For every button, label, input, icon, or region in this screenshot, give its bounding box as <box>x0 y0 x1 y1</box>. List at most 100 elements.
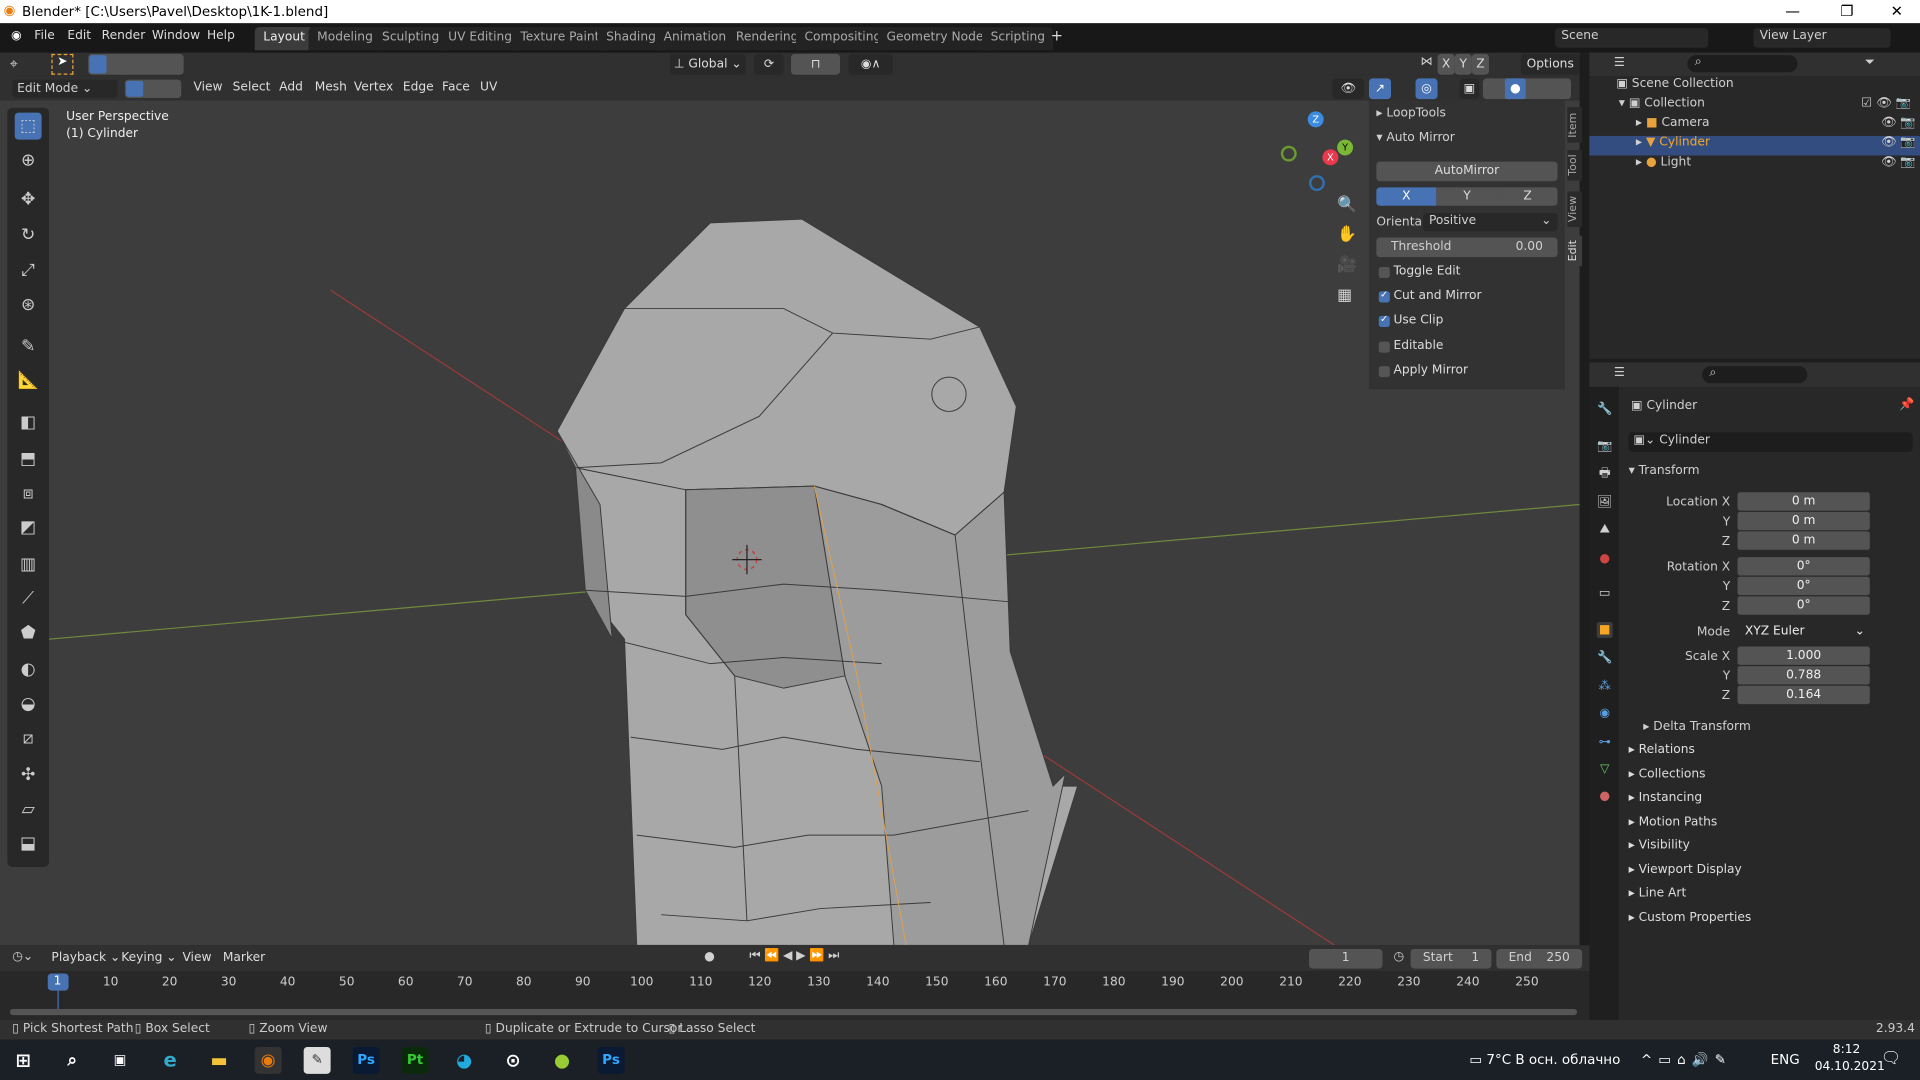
scale-z-field[interactable]: 0.164 <box>1737 685 1870 705</box>
minimize-icon[interactable]: — <box>1785 2 1800 19</box>
view-layer-tab-icon[interactable]: 🖼 <box>1597 495 1613 511</box>
axis-x-button[interactable]: X <box>1376 187 1437 206</box>
world-tab-icon[interactable]: ● <box>1597 551 1613 567</box>
editor-type-icon[interactable]: ☰ <box>1614 56 1625 69</box>
outliner-collection[interactable]: ▾ ▣ Collection ☑ 👁 📷 <box>1589 97 1920 117</box>
tab-layout[interactable]: Layout <box>254 26 314 51</box>
end-frame-field[interactable]: End 250 <box>1496 948 1583 969</box>
tab-edit[interactable]: Edit <box>1567 235 1583 267</box>
tab-texture-paint[interactable]: Texture Paint <box>511 26 608 51</box>
app-icon[interactable]: ✎ <box>303 1046 331 1074</box>
tool-tab-icon[interactable]: 🔧 <box>1597 402 1613 418</box>
app-globe-icon[interactable]: ◕ <box>451 1047 478 1074</box>
particles-tab-icon[interactable]: ⁂ <box>1597 678 1613 694</box>
outliner-search[interactable]: ⌕ <box>1687 55 1798 73</box>
substance-painter-icon[interactable]: Pt <box>401 1046 429 1074</box>
scale-y-field[interactable]: 0.788 <box>1737 666 1870 685</box>
transform-tool-icon[interactable]: ⊛ <box>15 291 42 318</box>
edge-slide-tool-icon[interactable]: ⧄ <box>15 725 42 752</box>
timeline-scrollbar[interactable] <box>9 1008 1578 1016</box>
annotate-tool-icon[interactable]: ✎ <box>15 333 42 360</box>
line-art-panel[interactable]: ▸ Line Art <box>1629 887 1687 900</box>
select-mode-toggle[interactable] <box>124 79 182 98</box>
scale-tool-icon[interactable]: ⤢ <box>15 257 42 284</box>
select-box-tool-icon[interactable]: ⬚ <box>14 112 42 140</box>
measure-tool-icon[interactable]: 📐 <box>15 367 42 394</box>
collections-panel[interactable]: ▸ Collections <box>1629 768 1706 781</box>
menu-view[interactable]: View <box>193 81 222 94</box>
tab-tool[interactable]: Tool <box>1567 149 1583 181</box>
rotation-x-field[interactable]: 0° <box>1737 557 1870 576</box>
mirror-y[interactable]: Y <box>1454 53 1472 75</box>
axis-z-button[interactable]: Z <box>1497 187 1558 206</box>
photoshop-icon[interactable]: Ps <box>352 1046 380 1074</box>
rotate-tool-icon[interactable]: ↻ <box>15 222 42 249</box>
proportional-editing[interactable]: ◉∧ <box>848 53 893 75</box>
playback-controls[interactable]: ⏮⏪◀▶⏩⏭ <box>749 949 842 962</box>
editor-type-icon[interactable]: ☰ <box>1614 366 1625 379</box>
tab-geometry-nodes[interactable]: Geometry Nodes <box>877 26 999 51</box>
language-indicator[interactable]: ENG <box>1771 1052 1800 1068</box>
tab-sculpting[interactable]: Sculpting <box>373 26 448 51</box>
mirror-z[interactable]: Z <box>1471 53 1489 75</box>
navigation-gizmo[interactable]: Z Y X <box>1273 107 1359 193</box>
file-explorer-icon[interactable]: ▬ <box>206 1047 233 1074</box>
menu-add[interactable]: Add <box>279 81 303 94</box>
material-tab-icon[interactable]: ● <box>1597 789 1613 805</box>
scene-selector[interactable]: Scene <box>1555 28 1709 48</box>
outliner-item-light[interactable]: ▸ ● Light 👁 📷 <box>1589 156 1920 176</box>
visibility-panel[interactable]: ▸ Visibility <box>1629 839 1690 852</box>
menu-uv[interactable]: UV <box>480 81 497 94</box>
location-x-field[interactable]: 0 m <box>1737 492 1870 511</box>
use-clip-checkbox[interactable] <box>1378 313 1390 327</box>
location-z-field[interactable]: 0 m <box>1737 531 1870 550</box>
menu-face[interactable]: Face <box>442 81 470 94</box>
knife-tool-icon[interactable]: ⟋ <box>15 585 42 612</box>
blender-menu-icon[interactable]: ◉ <box>11 29 22 42</box>
extrude-tool-icon[interactable]: ⬒ <box>15 446 42 473</box>
output-tab-icon[interactable]: 🖶 <box>1597 465 1613 481</box>
add-cube-tool-icon[interactable]: ◧ <box>15 409 42 436</box>
collection-tab-icon[interactable]: ▭ <box>1597 585 1613 601</box>
search-icon[interactable]: ⌕ <box>59 1047 86 1074</box>
record-icon[interactable]: ● <box>704 950 715 963</box>
viewport-display-panel[interactable]: ▸ Viewport Display <box>1629 863 1742 876</box>
automirror-panel-header[interactable]: ▾ Auto Mirror <box>1376 131 1454 144</box>
poly-build-tool-icon[interactable]: ⬟ <box>15 620 42 647</box>
custom-properties-panel[interactable]: ▸ Custom Properties <box>1629 911 1752 924</box>
automirror-button[interactable]: AutoMirror <box>1376 161 1558 182</box>
tab-view[interactable]: View <box>1567 191 1583 227</box>
app-ball-icon[interactable]: ● <box>549 1047 576 1074</box>
menu-file[interactable]: File <box>34 29 54 42</box>
close-icon[interactable]: ✕ <box>1891 2 1903 19</box>
select-tool-icon[interactable]: ➤ <box>51 53 74 75</box>
orientation-dropdown[interactable]: ⊥ Global ⌄ <box>669 53 746 75</box>
properties-search[interactable]: ⌕ <box>1702 366 1808 384</box>
tab-animation[interactable]: Animation <box>655 26 735 51</box>
physics-tab-icon[interactable]: ◉ <box>1597 705 1613 721</box>
pin-icon[interactable]: 📌 <box>1899 398 1914 411</box>
spin-tool-icon[interactable]: ◐ <box>15 656 42 683</box>
photoshop-icon-2[interactable]: Ps <box>597 1046 625 1074</box>
gizmo-z[interactable]: Z <box>1307 111 1324 128</box>
smooth-tool-icon[interactable]: ◒ <box>15 691 42 718</box>
menu-edge[interactable]: Edge <box>403 81 434 94</box>
menu-keying[interactable]: Keying ⌄ <box>121 951 176 964</box>
app-search-icon[interactable]: ⊙ <box>500 1047 527 1074</box>
move-tool-icon[interactable]: ✥ <box>15 186 42 213</box>
mirror-x[interactable]: X <box>1437 53 1455 75</box>
cursor-tool-icon[interactable]: ⊕ <box>15 147 42 174</box>
add-workspace-icon[interactable]: + <box>1051 27 1063 44</box>
inset-tool-icon[interactable]: ⧈ <box>15 480 42 507</box>
shrink-fatten-tool-icon[interactable]: ✣ <box>15 762 42 789</box>
task-view-icon[interactable]: ▣ <box>107 1047 134 1074</box>
windows-start-icon[interactable]: ⊞ <box>10 1047 37 1074</box>
current-frame-field[interactable]: 1 <box>1308 948 1383 969</box>
location-y-field[interactable]: 0 m <box>1737 511 1870 531</box>
pivot-dropdown[interactable]: ⟳ <box>754 53 784 75</box>
menu-edit[interactable]: Edit <box>67 29 91 42</box>
rotation-mode-dropdown[interactable]: XYZ Euler ⌄ <box>1737 622 1870 641</box>
cut-and-mirror-checkbox[interactable] <box>1378 289 1390 303</box>
outliner-item-cylinder[interactable]: ▸ ▼ Cylinder 👁 📷 <box>1589 135 1920 156</box>
camera-view-icon[interactable]: 🎥 <box>1337 256 1357 274</box>
